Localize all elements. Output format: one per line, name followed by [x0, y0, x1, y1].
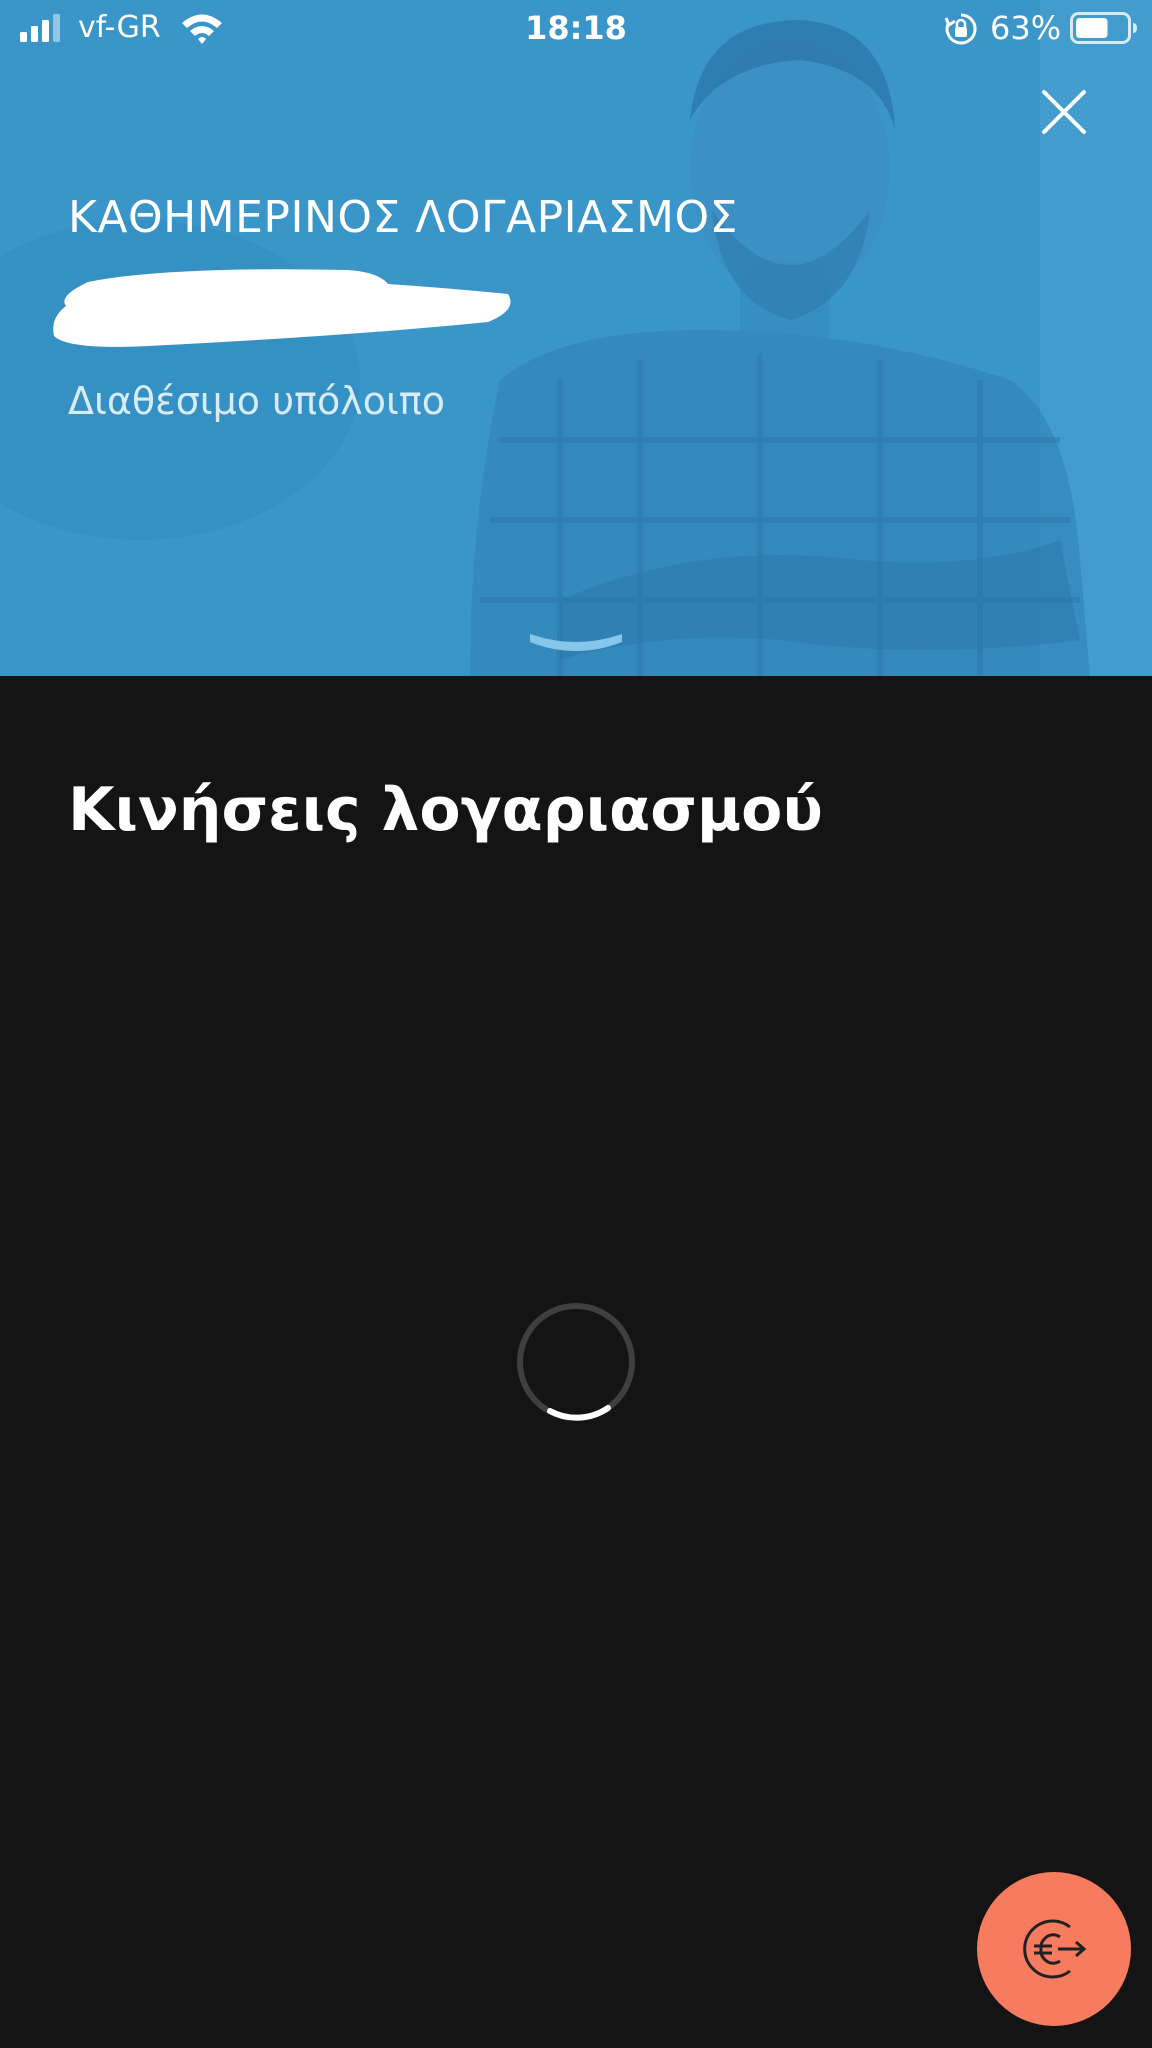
battery-percent: 63% [990, 9, 1062, 47]
account-header: vf-GR 18:18 63% ΚΑΘΗΜΕΡΙΝΟΣ ΛΟΓΑΡΙΑΣΜΟΣ … [0, 0, 1152, 676]
close-icon[interactable] [1038, 86, 1090, 138]
rotation-lock-icon [944, 13, 977, 45]
status-bar: vf-GR 18:18 63% [0, 0, 1152, 56]
transfer-button[interactable] [977, 1872, 1131, 2026]
account-transactions-title: Κινήσεις λογαριασμού [68, 775, 823, 845]
battery-icon [1070, 12, 1137, 44]
account-name: ΚΑΘΗΜΕΡΙΝΟΣ ΛΟΓΑΡΙΑΣΜΟΣ [68, 192, 738, 243]
available-balance-label: Διαθέσιμο υπόλοιπο [68, 379, 445, 423]
loading-spinner-icon [517, 1303, 635, 1421]
chevron-down-icon[interactable] [524, 626, 628, 662]
euro-transfer-icon [1023, 1919, 1087, 1979]
status-time: 18:18 [525, 9, 627, 47]
redacted-balance [53, 269, 511, 347]
